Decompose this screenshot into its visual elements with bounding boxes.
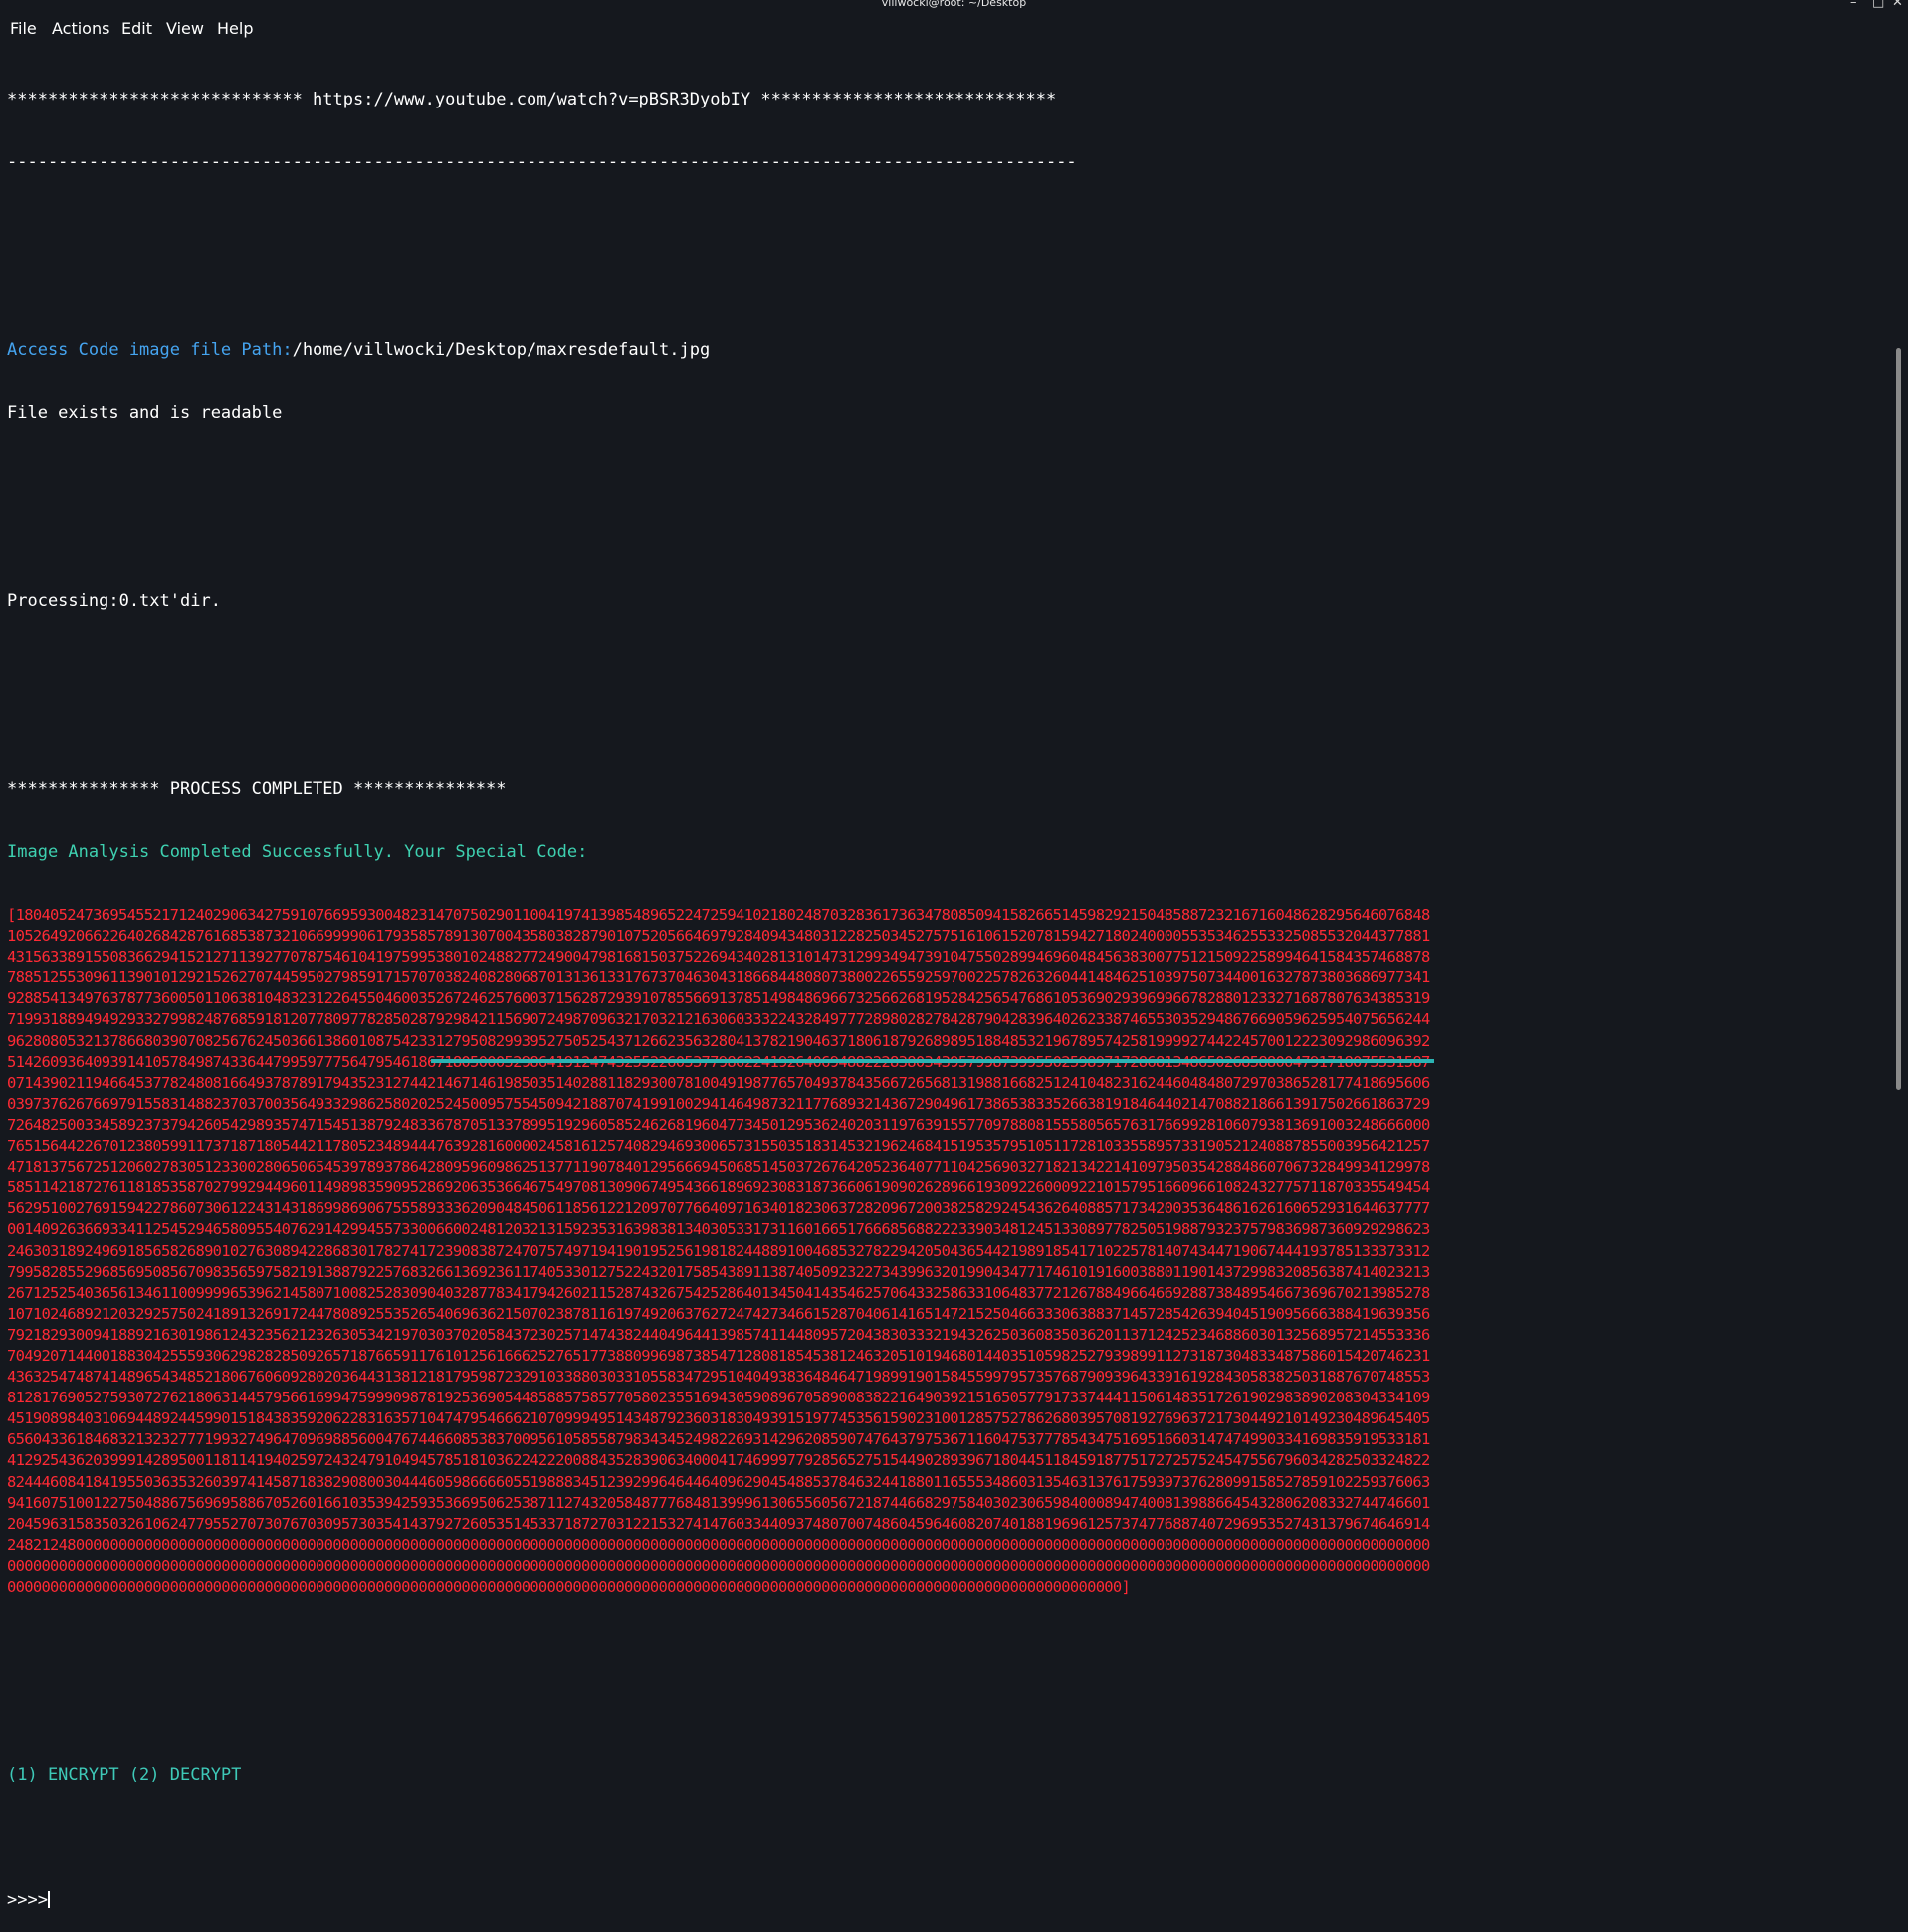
code-line: 7651564422670123805991173718718054421178…: [7, 1137, 1430, 1156]
code-line: 1071024689212032925750241891326917244780…: [7, 1304, 1430, 1323]
code-line: 9628080532137866803907082567624503661386…: [7, 1031, 1430, 1050]
code-line: 4129254362039991428950011811419402597243…: [7, 1451, 1430, 1470]
dash-line: ----------------------------------------…: [7, 152, 1077, 172]
close-icon[interactable]: ✕: [1892, 0, 1903, 10]
menu-help[interactable]: Help: [217, 19, 253, 38]
path-label: Access Code image file Path:: [7, 340, 293, 360]
code-line: 7264825003345892373794260542989357471545…: [7, 1115, 1430, 1134]
analysis-message: Image Analysis Completed Successfully. Y…: [7, 842, 588, 862]
menu-file[interactable]: File: [10, 19, 37, 38]
code-line: 4363254748741489654348521806760609280203…: [7, 1368, 1430, 1387]
code-line: 8244460841841955036353260397414587183829…: [7, 1472, 1430, 1491]
code-line: 4315633891550836629415212711392770787546…: [7, 948, 1430, 966]
process-completed: *************** PROCESS COMPLETED ******…: [7, 779, 507, 799]
code-line: 0397376267669791558314882370370035649332…: [7, 1094, 1430, 1113]
path-line: Access Code image file Path:/home/villwo…: [7, 340, 1878, 361]
code-line: [180405247369545521712402906342759107669…: [7, 906, 1430, 924]
code-line: 7921829300941889216301986124323562123263…: [7, 1325, 1430, 1344]
code-line: 5629510027691594227860730612243143186998…: [7, 1199, 1430, 1218]
text-cursor: [47, 1891, 50, 1909]
taskbar-indicator: [431, 1059, 1434, 1063]
scrollbar-thumb[interactable]: [1896, 348, 1901, 1090]
code-line: 5851142187276118185358702799294496011498…: [7, 1179, 1430, 1197]
path-value: /home/villwocki/Desktop/maxresdefault.jp…: [292, 340, 711, 360]
menu-view[interactable]: View: [166, 19, 204, 38]
code-line: 2482124800000000000000000000000000000000…: [7, 1535, 1430, 1554]
window-title: villwocki@root: ~/Desktop: [881, 0, 1027, 9]
code-line: 4718137567251206027830512330028065065453…: [7, 1158, 1430, 1177]
code-line: 0714390211946645377824808166493787891794…: [7, 1073, 1430, 1092]
processing-line: Processing:0.txt'dir.: [7, 591, 221, 611]
code-line: 0000000000000000000000000000000000000000…: [7, 1556, 1430, 1575]
code-line: 7199318894949293327998248768591812077809…: [7, 1010, 1430, 1029]
special-code: [180405247369545521712402906342759107669…: [7, 905, 1878, 1598]
code-line: 2463031892496918565826890102763089422868…: [7, 1241, 1430, 1260]
code-line: 7885125530961139010129215262707445950279…: [7, 968, 1430, 987]
code-line: 4519089840310694489244599015184383592062…: [7, 1409, 1430, 1428]
menu-bar: File Actions Edit View Help: [0, 14, 1908, 42]
file-status: File exists and is readable: [7, 403, 283, 423]
code-line: 8128176905275930727621806314457956616994…: [7, 1389, 1430, 1407]
code-line: 0014092636693341125452946580955407629142…: [7, 1220, 1430, 1239]
scrollbar[interactable]: [1886, 42, 1908, 1090]
code-line: 2671252540365613461100999965396214580710…: [7, 1283, 1430, 1302]
url-line: ***************************** https://ww…: [7, 90, 1057, 109]
code-line: 6560433618468321323277719932749647096988…: [7, 1430, 1430, 1449]
options-line: (1) ENCRYPT (2) DECRYPT: [7, 1765, 242, 1786]
menu-edit[interactable]: Edit: [121, 19, 152, 38]
code-line: 9288541349763787736005011063810483231226…: [7, 989, 1430, 1008]
code-line: 9416075100122750488675696958867052601661…: [7, 1493, 1430, 1512]
code-line: 7049207144001883042555930629828285092657…: [7, 1346, 1430, 1365]
code-line: 2045963158350326106247795527073076703095…: [7, 1514, 1430, 1533]
prompt: >>>>: [7, 1890, 48, 1911]
code-line: 7995828552968569508567098356597582191388…: [7, 1262, 1430, 1281]
code-line: 1052649206622640268428761685387321066999…: [7, 927, 1430, 946]
maximize-icon[interactable]: □: [1872, 0, 1884, 10]
prompt-line[interactable]: >>>>: [7, 1890, 1878, 1911]
menu-actions[interactable]: Actions: [52, 19, 109, 38]
code-line: 0000000000000000000000000000000000000000…: [7, 1578, 1131, 1596]
minimize-icon[interactable]: –: [1850, 0, 1857, 10]
terminal-output[interactable]: ***************************** https://ww…: [7, 48, 1878, 1932]
window-titlebar: villwocki@root: ~/Desktop – □ ✕: [0, 0, 1908, 10]
